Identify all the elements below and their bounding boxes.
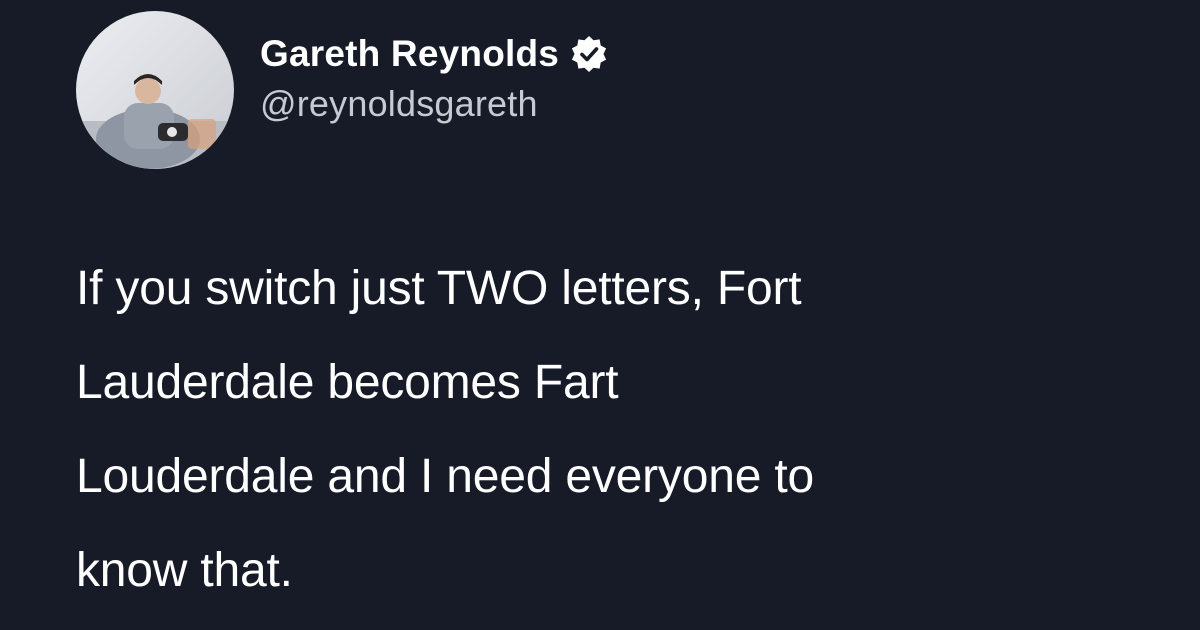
author-identity: Gareth Reynolds @reynoldsgareth (260, 33, 609, 125)
avatar[interactable] (76, 11, 234, 169)
display-name[interactable]: Gareth Reynolds (260, 33, 559, 75)
avatar-photo-icon (76, 11, 234, 169)
name-row: Gareth Reynolds (260, 33, 609, 75)
tweet-text-line: Lauderdale becomes Fart (76, 356, 619, 409)
tweet-text: If you switch just TWO letters, Fort Lau… (76, 242, 1156, 618)
tweet-card: Gareth Reynolds @reynoldsgareth If you s… (0, 0, 1200, 630)
verified-badge-icon (569, 34, 609, 74)
tweet-text-line: know that. (76, 544, 293, 597)
user-handle[interactable]: @reynoldsgareth (260, 83, 609, 125)
tweet-text-line: Louderdale and I need everyone to (76, 450, 814, 503)
tweet-header: Gareth Reynolds @reynoldsgareth (76, 10, 609, 170)
tweet-text-line: If you switch just TWO letters, Fort (76, 262, 802, 315)
